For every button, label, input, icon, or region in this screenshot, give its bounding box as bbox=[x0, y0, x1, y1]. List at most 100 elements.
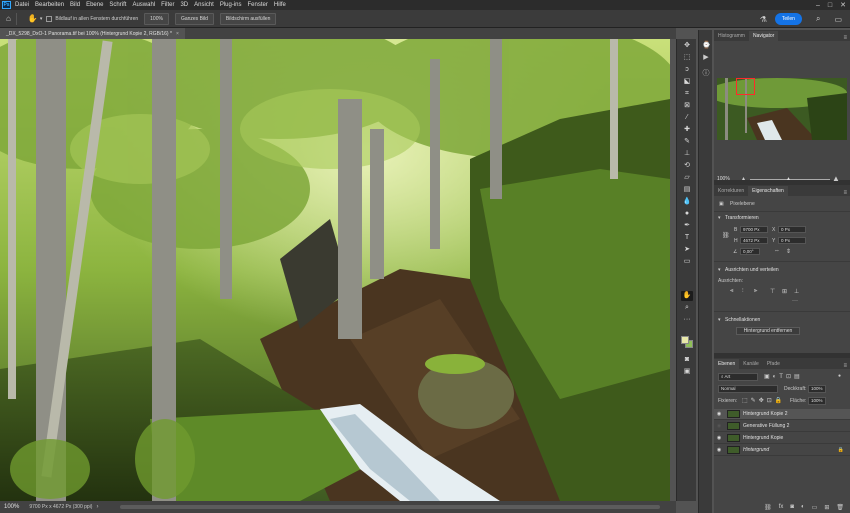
hand-tool-icon[interactable]: ✋ bbox=[28, 14, 38, 23]
zoom-in-mountain-icon[interactable]: ▲ bbox=[832, 174, 840, 183]
tab-channels[interactable]: Kanäle bbox=[739, 359, 763, 369]
eye-icon[interactable]: ◉ bbox=[714, 411, 724, 417]
tab-paths[interactable]: Pfade bbox=[763, 359, 784, 369]
menu-bearbeiten[interactable]: Bearbeiten bbox=[35, 2, 64, 8]
opacity-field[interactable]: 100% bbox=[808, 385, 826, 393]
healing-brush-tool-icon[interactable]: ✚ bbox=[681, 125, 693, 135]
menu-3d[interactable]: 3D bbox=[180, 2, 188, 8]
home-icon[interactable]: ⌂ bbox=[6, 14, 11, 23]
chevron-right-icon[interactable]: › bbox=[96, 504, 98, 510]
marquee-tool-icon[interactable]: ⬚ bbox=[681, 53, 693, 63]
eye-icon[interactable]: ◉ bbox=[714, 447, 724, 453]
blur-tool-icon[interactable]: 💧 bbox=[681, 197, 693, 207]
panel-menu-icon[interactable]: ≡ bbox=[843, 35, 847, 41]
info-icon[interactable]: ⓘ bbox=[702, 70, 710, 78]
horizontal-scrollbar[interactable] bbox=[120, 505, 660, 509]
zoom-100-button[interactable]: 100% bbox=[144, 12, 169, 25]
menu-fenster[interactable]: Fenster bbox=[248, 2, 268, 8]
fx-icon[interactable]: fx bbox=[779, 504, 784, 510]
fill-screen-button[interactable]: Bildschirm ausfüllen bbox=[219, 12, 277, 25]
tab-layers[interactable]: Ebenen bbox=[714, 359, 740, 369]
actions-play-icon[interactable]: ▶ bbox=[702, 54, 710, 62]
height-field[interactable]: 4672 Px bbox=[740, 237, 768, 244]
lock-icon[interactable]: 🔒 bbox=[838, 447, 844, 453]
pen-tool-icon[interactable]: ✒ bbox=[681, 221, 693, 231]
crop-tool-icon[interactable]: ⌗ bbox=[681, 89, 693, 99]
layer-row[interactable]: ◉ Hintergrund Kopie bbox=[714, 433, 850, 444]
history-icon[interactable]: ⌚ bbox=[702, 42, 711, 50]
layer-row[interactable]: ◉ Generative Füllung 2 bbox=[714, 421, 850, 432]
foreground-color-swatch[interactable] bbox=[681, 336, 689, 344]
quick-mask-icon[interactable]: ◙ bbox=[681, 355, 693, 365]
path-select-tool-icon[interactable]: ➤ bbox=[681, 245, 693, 255]
menu-schrift[interactable]: Schrift bbox=[109, 2, 126, 8]
align-left-icon[interactable]: ⫷ bbox=[730, 288, 733, 295]
maximize-button[interactable]: □ bbox=[828, 2, 832, 9]
zoom-tool-icon[interactable]: ⌕ bbox=[681, 303, 693, 313]
tab-navigator[interactable]: Navigator bbox=[748, 31, 779, 41]
navigator-zoom[interactable]: 100% bbox=[717, 176, 730, 182]
align-middle-v-icon[interactable]: ⊞ bbox=[782, 288, 787, 295]
document-tab[interactable]: _DX_5298_DxO-1 Panorama.tif bei 100% (Hi… bbox=[0, 28, 185, 39]
filter-icons[interactable]: ▣◐T⊡▤ bbox=[764, 373, 803, 380]
adjustment-layer-icon[interactable]: ◐ bbox=[801, 504, 805, 510]
link-icon[interactable]: ⛓ bbox=[722, 232, 730, 239]
fill-field[interactable]: 100% bbox=[808, 397, 826, 405]
close-tab-icon[interactable]: × bbox=[176, 31, 179, 37]
y-field[interactable]: 0 Px bbox=[778, 237, 806, 244]
beaker-icon[interactable]: ⚗ bbox=[760, 15, 767, 24]
zoom-readout[interactable]: 100% bbox=[4, 504, 19, 510]
eraser-tool-icon[interactable]: ▱ bbox=[681, 173, 693, 183]
scroll-all-checkbox[interactable] bbox=[46, 15, 53, 22]
fit-screen-button[interactable]: Ganzes Bild bbox=[174, 12, 214, 25]
hand-tool-icon[interactable]: ✋ bbox=[681, 291, 693, 301]
eye-icon[interactable]: ◉ bbox=[714, 435, 724, 441]
lock-options-icons[interactable]: ⬚✎✥⊡🔒 bbox=[742, 397, 785, 404]
navigator-view-frame[interactable] bbox=[736, 78, 755, 95]
new-group-icon[interactable]: ▭ bbox=[812, 504, 818, 511]
tab-histogram[interactable]: Histogramm bbox=[714, 31, 749, 41]
menu-filter[interactable]: Filter bbox=[161, 2, 174, 8]
align-right-icon[interactable]: ⫸ bbox=[754, 288, 757, 295]
tab-adjustments[interactable]: Korrekturen bbox=[714, 186, 748, 196]
minimize-button[interactable]: – bbox=[816, 2, 820, 9]
object-select-tool-icon[interactable]: ⬕ bbox=[681, 77, 693, 87]
flip-vertical-icon[interactable]: ⇕ bbox=[786, 248, 791, 255]
angle-field[interactable]: 0,00° bbox=[740, 248, 760, 255]
navigator-thumbnail[interactable] bbox=[717, 78, 847, 140]
image-canvas[interactable] bbox=[0, 39, 670, 501]
eye-hidden-icon[interactable]: ◉ bbox=[714, 423, 724, 429]
frame-tool-icon[interactable]: ⊠ bbox=[681, 101, 693, 111]
chevron-down-icon[interactable]: ▾ bbox=[40, 16, 43, 22]
search-icon[interactable]: ⌕ bbox=[816, 14, 820, 24]
layer-row[interactable]: ◉ Hintergrund Kopie 2 bbox=[714, 409, 850, 420]
brush-tool-icon[interactable]: ✎ bbox=[681, 137, 693, 147]
eyedropper-tool-icon[interactable]: ⁄ bbox=[681, 113, 693, 123]
align-center-h-icon[interactable]: ⫶ bbox=[742, 288, 744, 295]
workspace-icon[interactable]: ▭ bbox=[834, 15, 842, 24]
menu-ebene[interactable]: Ebene bbox=[86, 2, 103, 8]
menu-ansicht[interactable]: Ansicht bbox=[194, 2, 214, 8]
slider-thumb-icon[interactable]: ▲ bbox=[786, 176, 791, 182]
link-layers-icon[interactable]: ⛓ bbox=[764, 504, 772, 511]
chevron-down-icon[interactable]: ▾ bbox=[718, 215, 721, 221]
move-tool-icon[interactable]: ✥ bbox=[681, 41, 693, 51]
menu-plugins[interactable]: Plug-ins bbox=[220, 2, 242, 8]
panel-menu-icon[interactable]: ≡ bbox=[843, 190, 847, 196]
menu-auswahl[interactable]: Auswahl bbox=[132, 2, 155, 8]
gradient-tool-icon[interactable]: ▤ bbox=[681, 185, 693, 195]
menu-bild[interactable]: Bild bbox=[70, 2, 80, 8]
align-bottom-icon[interactable]: ⊥ bbox=[794, 288, 799, 295]
type-tool-icon[interactable]: T bbox=[681, 233, 693, 243]
more-options-icon[interactable]: ··· bbox=[792, 298, 798, 304]
zoom-out-mountain-icon[interactable]: ▴ bbox=[742, 175, 745, 182]
flip-horizontal-icon[interactable]: ⇔ bbox=[774, 248, 780, 254]
close-button[interactable]: ✕ bbox=[840, 1, 846, 9]
menu-datei[interactable]: Datei bbox=[15, 2, 29, 8]
x-field[interactable]: 0 Px bbox=[778, 226, 806, 233]
add-mask-icon[interactable]: ◙ bbox=[790, 504, 794, 510]
trash-icon[interactable]: 🗑 bbox=[836, 504, 844, 511]
panel-menu-icon[interactable]: ≡ bbox=[843, 363, 847, 369]
blend-mode-select[interactable]: Normal bbox=[718, 385, 778, 393]
lasso-tool-icon[interactable]: ↄ bbox=[681, 65, 693, 75]
